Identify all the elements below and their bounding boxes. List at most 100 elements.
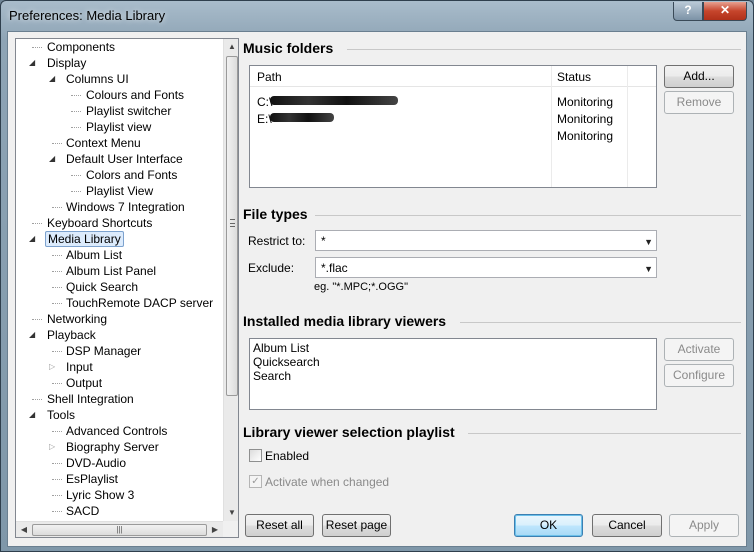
tree-item[interactable]: Windows 7 Integration [64,199,187,215]
tree-item[interactable]: EsPlaylist [64,471,120,487]
viewer-item[interactable]: Search [253,369,291,383]
viewer-item[interactable]: Album List [253,341,309,355]
apply-button[interactable]: Apply [669,514,739,537]
activate-when-changed-checkbox[interactable]: ✓ [249,475,262,488]
expand-arrow-icon[interactable]: ▷ [49,439,57,455]
tree-item[interactable]: Default User Interface [64,151,185,167]
music-folders-heading: Music folders [243,40,334,56]
scroll-corner [223,521,238,537]
collapse-arrow-icon[interactable]: ◢ [29,231,37,247]
scroll-left-icon[interactable]: ◀ [16,522,32,537]
enabled-label[interactable]: Enabled [265,449,309,463]
collapse-arrow-icon[interactable]: ◢ [49,71,57,87]
scroll-up-icon[interactable]: ▲ [224,39,238,55]
tree-item[interactable]: Playlist switcher [84,103,173,119]
tree-item[interactable]: Media Library [45,231,124,247]
scroll-down-icon[interactable]: ▼ [224,505,238,521]
tree-item[interactable]: Quick Search [64,279,140,295]
ok-button[interactable]: OK [514,514,583,537]
tree-item[interactable]: Album List Panel [64,263,158,279]
collapse-arrow-icon[interactable]: ◢ [29,55,37,71]
tree-item-label: Columns UI [66,72,129,86]
exclude-value: *.flac [321,261,348,275]
tree-connector [52,351,62,352]
cancel-button[interactable]: Cancel [592,514,662,537]
folder-status: Monitoring [557,129,614,143]
activate-viewer-button[interactable]: Activate [664,338,734,361]
tree-item[interactable]: Colours and Fonts [84,87,186,103]
music-folders-list[interactable]: Path Status C:\ Monitoring E:\ Monitorin… [249,65,657,188]
tree-item[interactable]: Networking [45,311,109,327]
chevron-down-icon[interactable]: ▼ [644,264,653,274]
tree-item[interactable]: DVD-Audio [64,455,128,471]
tree-item[interactable]: Playlist View [84,183,155,199]
chevron-down-icon[interactable]: ▼ [644,237,653,247]
configure-viewer-button[interactable]: Configure [664,364,734,387]
tree-item-label: Playlist switcher [86,104,172,118]
title-bar[interactable]: Preferences: Media Library ? ✕ [1,1,753,31]
tree-item[interactable]: Playlist view [84,119,153,135]
redacted-path [270,113,334,122]
tree-item[interactable]: Album List [64,247,124,263]
tree-item[interactable]: SACD [64,503,101,519]
tree-connector [32,47,42,48]
tree-item[interactable]: Tools [45,407,77,423]
tree-item[interactable]: Components [45,39,117,55]
tree-vertical-scrollbar[interactable]: ▲ ▼ [223,39,238,521]
tree-connector [52,511,62,512]
tree-item-label: Album List Panel [66,264,157,278]
tree-item-label: Tools [47,408,76,422]
add-folder-button[interactable]: Add... [664,65,734,88]
expand-arrow-icon[interactable]: ▷ [49,359,57,375]
tree-item[interactable]: Shell Integration [45,391,136,407]
reset-all-button[interactable]: Reset all [245,514,314,537]
scroll-thumb-horizontal[interactable]: ||| [32,524,207,536]
help-button[interactable]: ? [673,2,703,21]
divider [347,49,741,50]
tree-item[interactable]: Playback [45,327,98,343]
tree-connector [52,207,62,208]
column-header-path[interactable]: Path [257,70,282,84]
tree-item[interactable]: Biography Server [64,439,161,455]
restrict-to-combo[interactable]: * ▼ [315,230,657,251]
viewer-item[interactable]: Quicksearch [253,355,320,369]
tree-connector [52,287,62,288]
restrict-to-label: Restrict to: [248,234,306,248]
tree-item-label: Input [66,360,93,374]
column-header-status[interactable]: Status [557,70,591,84]
remove-folder-button[interactable]: Remove [664,91,734,114]
enabled-checkbox[interactable] [249,449,262,462]
close-button[interactable]: ✕ [703,2,747,21]
tree-item-label: Components [47,40,116,54]
tree-item[interactable]: Advanced Controls [64,423,169,439]
tree-item-label: Context Menu [66,136,141,150]
reset-page-button[interactable]: Reset page [322,514,391,537]
tree-item[interactable]: Context Menu [64,135,143,151]
dialog-client: Components ◢ Display ◢ Columns UI Colours and… [7,31,747,547]
tree-item[interactable]: Lyric Show 3 [64,487,136,503]
tree-item[interactable]: DSP Manager [64,343,143,359]
activate-when-changed-label[interactable]: Activate when changed [265,475,389,489]
preferences-window: Preferences: Media Library ? ✕ Component… [0,0,754,552]
exclude-combo[interactable]: *.flac ▼ [315,257,657,278]
scroll-thumb[interactable] [226,56,238,396]
viewers-list[interactable]: Album List Quicksearch Search [249,338,657,410]
collapse-arrow-icon[interactable]: ◢ [49,151,57,167]
tree-horizontal-scrollbar[interactable]: ◀ ||| ▶ [16,521,223,537]
tree-item[interactable]: Colors and Fonts [84,167,179,183]
tree-item-label: Default User Interface [66,152,183,166]
tree-item[interactable]: Display [45,55,88,71]
collapse-arrow-icon[interactable]: ◢ [29,327,37,343]
scroll-right-icon[interactable]: ▶ [207,522,223,537]
tree-item-label: Album List [66,248,123,262]
tree-item[interactable]: Input [64,359,95,375]
tree-item[interactable]: TouchRemote DACP server [64,295,215,311]
tree-item[interactable]: Columns UI [64,71,131,87]
viewers-heading: Installed media library viewers [243,313,447,329]
tree-item[interactable]: Keyboard Shortcuts [45,215,154,231]
preferences-tree[interactable]: Components ◢ Display ◢ Columns UI Colours and… [15,38,239,538]
tree-item-label: Playlist view [86,120,152,134]
folder-status: Monitoring [557,112,614,126]
collapse-arrow-icon[interactable]: ◢ [29,407,37,423]
tree-item[interactable]: Output [64,375,104,391]
